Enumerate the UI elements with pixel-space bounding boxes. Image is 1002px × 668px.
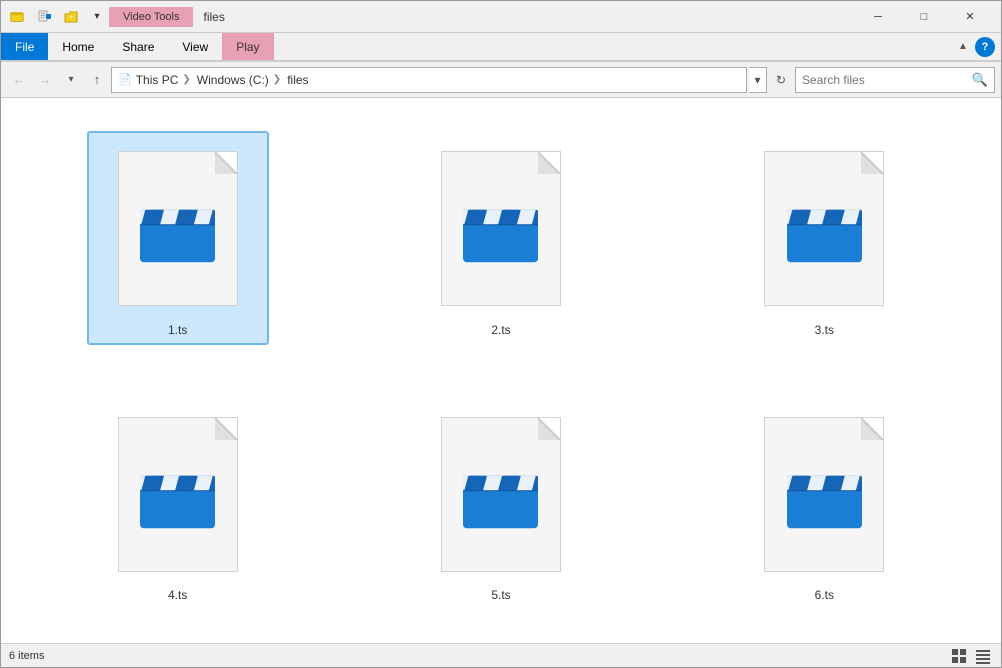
file-icon-container (108, 404, 248, 584)
minimize-button[interactable]: ─ (855, 1, 901, 33)
qat-dropdown-btn[interactable]: ▾ (85, 5, 109, 29)
window-icon (9, 9, 25, 25)
file-label: 1.ts (168, 323, 187, 337)
file-label: 6.ts (815, 588, 834, 602)
file-item-6[interactable]: 6.ts (734, 397, 914, 609)
window-title: files (203, 10, 224, 24)
file-page (441, 417, 561, 572)
file-page (764, 417, 884, 572)
file-icon-container (431, 139, 571, 319)
down-arrow-btn[interactable]: ▾ (59, 68, 83, 92)
file-icon-container (754, 139, 894, 319)
search-input[interactable] (802, 73, 968, 87)
tab-view[interactable]: View (168, 33, 222, 60)
clapper-icon (135, 457, 220, 532)
ribbon-tabs: File Home Share View Play ▲ ? (1, 33, 1001, 61)
file-item-3[interactable]: 3.ts (734, 132, 914, 344)
address-path[interactable]: 📄 This PC ❯ Windows (C:) ❯ files (111, 67, 747, 93)
clapper-icon (135, 191, 220, 266)
path-windows: Windows (C:) ❯ (197, 73, 283, 87)
svg-text:+: + (69, 14, 73, 21)
path-thispc: This PC ❯ (136, 73, 193, 87)
address-dropdown-btn[interactable]: ▾ (749, 67, 767, 93)
qat-properties-btn[interactable] (33, 5, 57, 29)
maximize-button[interactable]: □ (901, 1, 947, 33)
tab-file[interactable]: File (1, 33, 48, 60)
file-label: 5.ts (491, 588, 510, 602)
file-icon-container (431, 404, 571, 584)
file-item-5[interactable]: 5.ts (411, 397, 591, 609)
file-icon-container (754, 404, 894, 584)
file-item-1[interactable]: 1.ts (88, 132, 268, 344)
file-item-2[interactable]: 2.ts (411, 132, 591, 344)
view-details-btn[interactable] (973, 646, 993, 666)
up-button[interactable]: ↑ (85, 68, 109, 92)
path-icon: 📄 (118, 73, 132, 86)
file-page (118, 417, 238, 572)
ribbon-collapse-btn[interactable]: ▲ (951, 35, 975, 59)
status-right (949, 646, 993, 666)
refresh-button[interactable]: ↻ (769, 68, 793, 92)
path-files: files (287, 73, 308, 87)
file-page (118, 151, 238, 306)
title-bar-center: Video Tools files (109, 7, 855, 27)
status-bar: 6 items (1, 643, 1001, 667)
tab-share[interactable]: Share (108, 33, 168, 60)
clapper-icon (458, 457, 543, 532)
clapper-icon (782, 457, 867, 532)
search-icon: 🔍 (972, 72, 988, 88)
file-item-4[interactable]: 4.ts (88, 397, 268, 609)
quick-access-toolbar: + ▾ (33, 5, 109, 29)
clapper-icon (782, 191, 867, 266)
view-large-icons-btn[interactable] (949, 646, 969, 666)
ribbon: File Home Share View Play ▲ ? (1, 33, 1001, 62)
file-label: 2.ts (491, 323, 510, 337)
file-label: 4.ts (168, 588, 187, 602)
close-button[interactable]: ✕ (947, 1, 993, 33)
file-area: 1.ts (1, 98, 1001, 643)
video-tools-label: Video Tools (109, 7, 193, 27)
file-page (441, 151, 561, 306)
qat-new-folder-btn[interactable]: + (59, 5, 83, 29)
file-label: 3.ts (815, 323, 834, 337)
file-icon-container (108, 139, 248, 319)
tab-play[interactable]: Play (222, 33, 273, 60)
help-btn[interactable]: ? (975, 37, 995, 57)
file-page (764, 151, 884, 306)
clapper-icon (458, 191, 543, 266)
back-button[interactable]: ← (7, 68, 31, 92)
item-count: 6 items (9, 650, 44, 662)
title-bar-icons (9, 9, 25, 25)
search-box[interactable]: 🔍 (795, 67, 995, 93)
address-bar: ← → ▾ ↑ 📄 This PC ❯ Windows (C:) ❯ files… (1, 62, 1001, 98)
forward-button[interactable]: → (33, 68, 57, 92)
tab-home[interactable]: Home (48, 33, 108, 60)
window-controls: ─ □ ✕ (855, 1, 993, 33)
main-content: 1.ts (1, 98, 1001, 643)
title-bar: + ▾ Video Tools files ─ □ ✕ (1, 1, 1001, 33)
